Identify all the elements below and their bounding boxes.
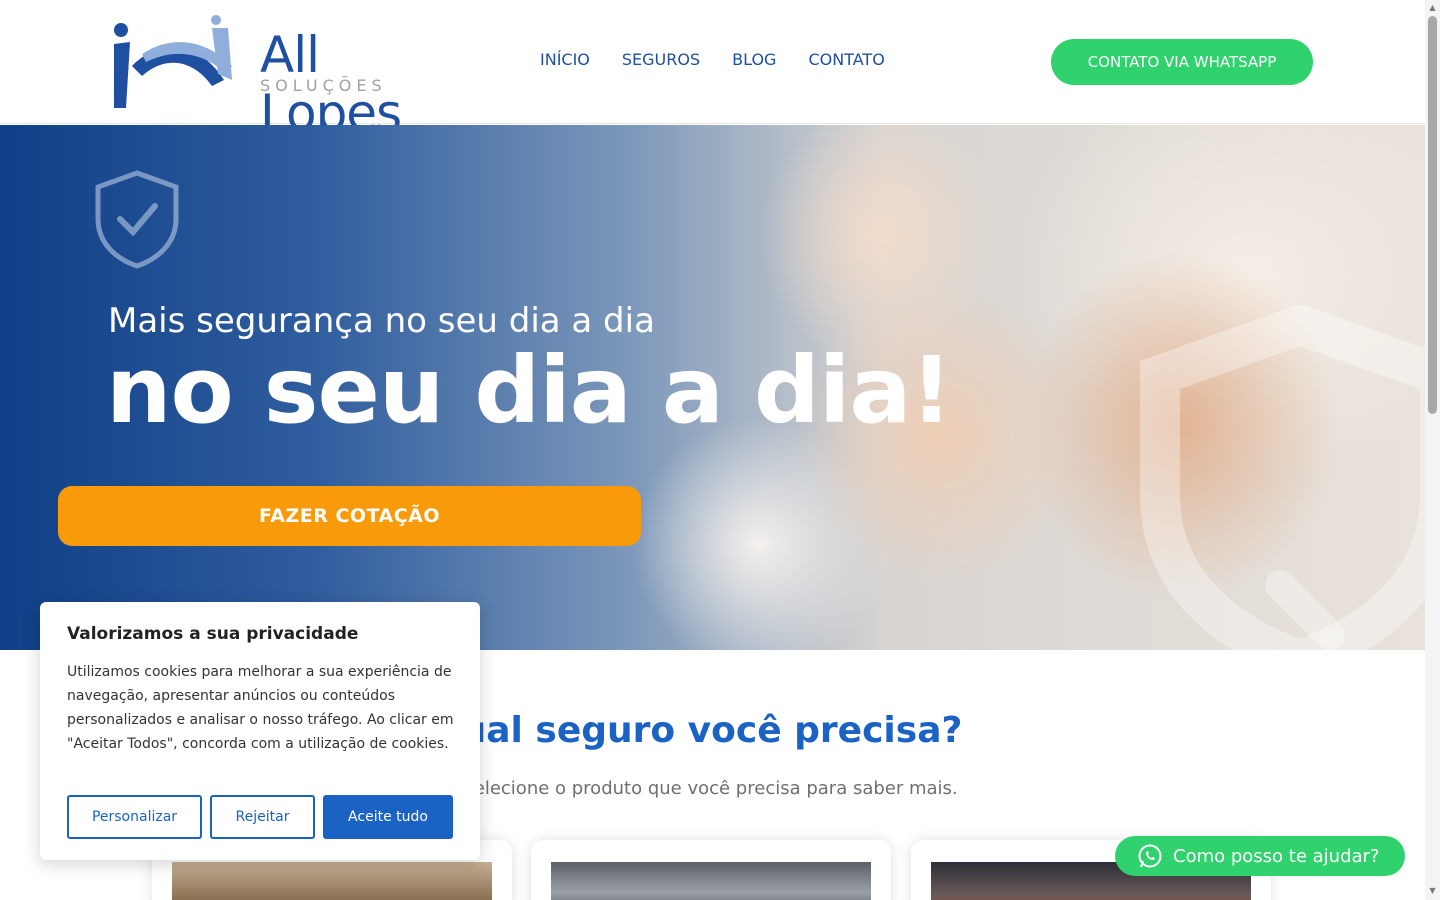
section-title: Qual seguro você precisa?: [430, 710, 963, 751]
scroll-up-icon[interactable]: ▲: [1428, 3, 1437, 12]
hero-banner: Mais segurança no seu dia a dia no seu d…: [0, 125, 1425, 650]
scroll-down-icon[interactable]: ▼: [1428, 886, 1437, 895]
scrollbar[interactable]: ▲ ▼: [1425, 0, 1440, 900]
cookie-customize-button[interactable]: Personalizar: [67, 795, 202, 839]
nav-seguros[interactable]: SEGUROS: [622, 50, 700, 69]
cookie-accept-button[interactable]: Aceite tudo: [323, 795, 453, 839]
hero-title: no seu dia a dia!: [106, 337, 952, 444]
hero-subtitle: Mais segurança no seu dia a dia: [108, 301, 655, 341]
product-card-image: [551, 862, 871, 900]
product-card-image: [172, 862, 492, 900]
logo-mark-icon: [114, 15, 232, 108]
quote-button[interactable]: FAZER COTAÇÃO: [58, 486, 641, 546]
cookie-consent-banner: Valorizamos a sua privacidade Utilizamos…: [40, 602, 480, 860]
whatsapp-chat-label: Como posso te ajudar?: [1173, 845, 1380, 867]
logo[interactable]: All Lopes SOLUÇÕES: [112, 14, 472, 142]
logo-subtext: SOLUÇÕES: [260, 76, 387, 95]
whatsapp-chat-button[interactable]: Como posso te ajudar?: [1115, 836, 1405, 876]
cookie-title: Valorizamos a sua privacidade: [67, 624, 359, 644]
main-nav: INÍCIO SEGUROS BLOG CONTATO: [540, 50, 885, 69]
nav-inicio[interactable]: INÍCIO: [540, 50, 590, 69]
cookie-text: Utilizamos cookies para melhorar a sua e…: [67, 664, 454, 752]
nav-blog[interactable]: BLOG: [732, 50, 776, 69]
shield-check-icon: [95, 170, 179, 269]
whatsapp-icon: [1138, 844, 1162, 868]
cookie-reject-button[interactable]: Rejeitar: [210, 795, 315, 839]
product-card[interactable]: [531, 840, 891, 900]
section-subtitle: Selecione o produto que você precisa par…: [462, 778, 958, 799]
shield-watermark-icon: [1140, 305, 1425, 650]
whatsapp-contact-button[interactable]: CONTATO VIA WHATSAPP: [1051, 39, 1313, 85]
site-header: All Lopes SOLUÇÕES INÍCIO SEGUROS BLOG C…: [0, 0, 1425, 142]
scrollbar-thumb[interactable]: [1428, 16, 1437, 414]
nav-contato[interactable]: CONTATO: [808, 50, 884, 69]
